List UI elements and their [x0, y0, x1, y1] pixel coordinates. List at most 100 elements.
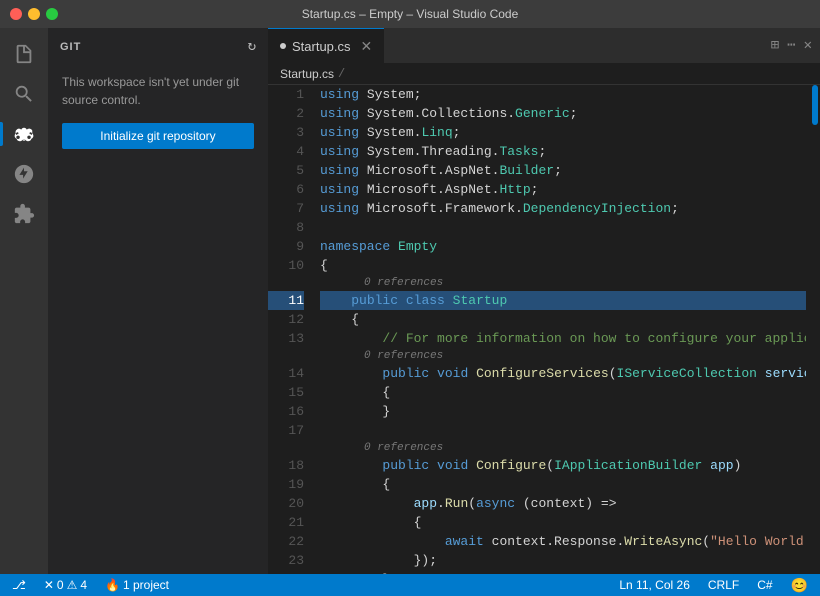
language-mode[interactable]: C# — [753, 574, 776, 596]
line-num-hint3: · — [268, 440, 304, 456]
line-ending[interactable]: CRLF — [704, 574, 743, 596]
editor-tab-startup[interactable]: Startup.cs ✕ — [268, 28, 384, 63]
tab-dot — [280, 43, 286, 49]
breadcrumb-separator: / — [338, 67, 345, 81]
code-line-2: using System.Collections.Generic; — [320, 104, 806, 123]
editor-area: Startup.cs ✕ ⊞ ⋯ ✕ Startup.cs / 1 2 3 4 … — [268, 28, 820, 574]
close-editor-icon[interactable]: ✕ — [804, 37, 812, 54]
cursor-position-label: Ln 11, Col 26 — [619, 578, 690, 592]
line-num-20: 20 — [268, 494, 304, 513]
line-num-7: 7 — [268, 199, 304, 218]
project-label: 1 project — [123, 578, 169, 592]
git-no-repo-message: This workspace isn't yet under git sourc… — [62, 73, 254, 109]
code-line-18: public void Configure(IApplicationBuilde… — [320, 456, 806, 475]
code-line-13: // For more information on how to config… — [320, 329, 806, 348]
line-num-12: 12 — [268, 310, 304, 329]
line-num-1: 1 — [268, 85, 304, 104]
hint-line-1: 0 references — [320, 275, 806, 291]
breadcrumb: Startup.cs / — [268, 63, 820, 85]
breadcrumb-file[interactable]: Startup.cs — [280, 67, 334, 81]
line-num-22: 22 — [268, 532, 304, 551]
line-numbers: 1 2 3 4 5 6 7 8 9 10 · 11 12 13 · 14 15 … — [268, 85, 312, 574]
line-num-15: 15 — [268, 383, 304, 402]
warning-count: 4 — [80, 578, 87, 592]
code-line-5: using Microsoft.AspNet.Builder; — [320, 161, 806, 180]
code-line-17 — [320, 421, 806, 440]
minimize-button[interactable] — [28, 8, 40, 20]
more-actions-icon[interactable]: ⋯ — [787, 37, 795, 54]
code-line-6: using Microsoft.AspNet.Http; — [320, 180, 806, 199]
window-title: Startup.cs – Empty – Visual Studio Code — [302, 7, 519, 21]
status-bar-right: Ln 11, Col 26 CRLF C# 😊 — [615, 574, 812, 596]
title-bar: Startup.cs – Empty – Visual Studio Code — [0, 0, 820, 28]
code-line-20: app.Run(async (context) => — [320, 494, 806, 513]
line-ending-label: CRLF — [708, 578, 739, 592]
line-num-14: 14 — [268, 364, 304, 383]
line-num-13: 13 — [268, 329, 304, 348]
line-num-6: 6 — [268, 180, 304, 199]
main-container: GIT ↻ This workspace isn't yet under git… — [0, 28, 820, 574]
line-num-17: 17 — [268, 421, 304, 440]
activity-bar — [0, 28, 48, 574]
line-num-11: 11 — [268, 291, 304, 310]
line-num-5: 5 — [268, 161, 304, 180]
code-line-11: public class Startup — [320, 291, 806, 310]
line-num-23: 23 — [268, 551, 304, 570]
error-count: 0 — [57, 578, 64, 592]
hint-line-2: 0 references — [320, 348, 806, 364]
errors-status[interactable]: ✕ 0 ⚠ 4 — [40, 574, 91, 596]
code-line-16: } — [320, 402, 806, 421]
code-editor[interactable]: using System; using System.Collections.G… — [312, 85, 806, 574]
git-branch-status[interactable]: ⎇ — [8, 574, 30, 596]
code-line-8 — [320, 218, 806, 237]
code-line-10: { — [320, 256, 806, 275]
code-line-22: await context.Response.WriteAsync("Hello… — [320, 532, 806, 551]
activity-icon-debug[interactable] — [6, 156, 42, 192]
status-bar-left: ⎇ ✕ 0 ⚠ 4 🔥 1 project — [8, 574, 615, 596]
vertical-scrollbar[interactable] — [806, 85, 820, 574]
line-num-2: 2 — [268, 104, 304, 123]
feedback-smiley[interactable]: 😊 — [787, 574, 812, 596]
tab-actions: ⊞ ⋯ ✕ — [771, 28, 812, 63]
hint-line-3: 0 references — [320, 440, 806, 456]
line-num-24: 24 — [268, 570, 304, 574]
fire-icon: 🔥 — [105, 578, 120, 592]
activity-icon-explorer[interactable] — [6, 36, 42, 72]
activity-icon-git[interactable] — [6, 116, 42, 152]
split-editor-icon[interactable]: ⊞ — [771, 37, 779, 54]
tab-close-button[interactable]: ✕ — [361, 39, 373, 53]
scrollbar-thumb[interactable] — [812, 85, 818, 125]
line-num-hint2: · — [268, 348, 304, 364]
tab-bar: Startup.cs ✕ ⊞ ⋯ ✕ — [268, 28, 820, 63]
git-panel-header: GIT ↻ — [48, 28, 268, 63]
close-button[interactable] — [10, 8, 22, 20]
line-num-10: 10 — [268, 256, 304, 275]
code-line-7: using Microsoft.Framework.DependencyInje… — [320, 199, 806, 218]
git-refresh-icon[interactable]: ↻ — [248, 38, 256, 55]
line-num-21: 21 — [268, 513, 304, 532]
git-panel: GIT ↻ This workspace isn't yet under git… — [48, 28, 268, 574]
project-status[interactable]: 🔥 1 project — [101, 574, 173, 596]
git-panel-title: GIT — [60, 41, 81, 53]
activity-icon-extensions[interactable] — [6, 196, 42, 232]
code-line-19: { — [320, 475, 806, 494]
line-num-4: 4 — [268, 142, 304, 161]
editor-content[interactable]: 1 2 3 4 5 6 7 8 9 10 · 11 12 13 · 14 15 … — [268, 85, 820, 574]
init-git-repo-button[interactable]: Initialize git repository — [62, 123, 254, 149]
line-num-18: 18 — [268, 456, 304, 475]
activity-icon-search[interactable] — [6, 76, 42, 112]
code-line-4: using System.Threading.Tasks; — [320, 142, 806, 161]
maximize-button[interactable] — [46, 8, 58, 20]
cursor-position[interactable]: Ln 11, Col 26 — [615, 574, 694, 596]
warning-icon: ⚠ — [67, 578, 78, 592]
code-line-23: }); — [320, 551, 806, 570]
line-num-3: 3 — [268, 123, 304, 142]
code-line-12: { — [320, 310, 806, 329]
status-bar: ⎇ ✕ 0 ⚠ 4 🔥 1 project Ln 11, Col 26 CRLF… — [0, 574, 820, 596]
error-icon: ✕ — [44, 578, 54, 592]
code-line-3: using System.Linq; — [320, 123, 806, 142]
window-controls[interactable] — [10, 8, 58, 20]
git-icon: ⎇ — [12, 578, 26, 592]
language-label: C# — [757, 578, 772, 592]
line-num-8: 8 — [268, 218, 304, 237]
